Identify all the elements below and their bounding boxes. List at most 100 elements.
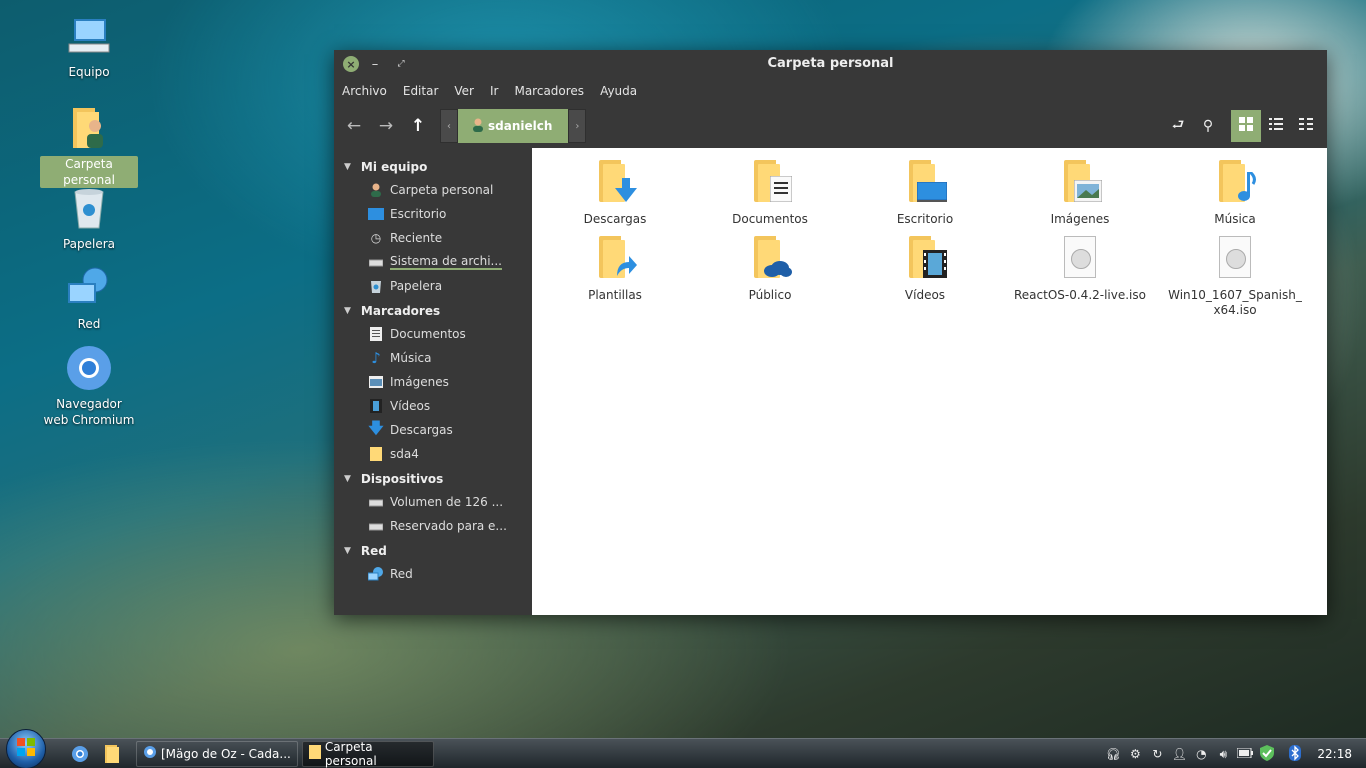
sidebar-item-videos[interactable]: Vídeos xyxy=(334,394,532,418)
gear-icon[interactable]: ⚙ xyxy=(1125,747,1145,761)
file-view[interactable]: Descargas Documentos Escritorio Imágenes… xyxy=(532,148,1327,615)
battery-icon[interactable] xyxy=(1235,747,1255,761)
chromium-icon xyxy=(65,344,113,392)
search-button[interactable]: ⚲ xyxy=(1193,110,1223,142)
close-button[interactable]: × xyxy=(343,56,359,72)
task-carpeta-personal[interactable]: Carpeta personal xyxy=(301,740,434,768)
file-item-musica[interactable]: Música xyxy=(1160,158,1310,227)
desktop-icon-equipo[interactable]: Equipo xyxy=(40,12,138,80)
sidebar-item-imagenes[interactable]: Imágenes xyxy=(334,370,532,394)
sidebar-item-reservado[interactable]: Reservado para e... xyxy=(334,514,532,538)
sidebar-item-red[interactable]: Red xyxy=(334,562,532,586)
forward-button[interactable]: → xyxy=(370,110,402,142)
list-view-button[interactable] xyxy=(1261,110,1291,142)
sidebar-item-escritorio[interactable]: Escritorio xyxy=(334,202,532,226)
path-crumb-label: sdanielch xyxy=(488,119,553,133)
toggle-location-button[interactable]: ⮐ xyxy=(1163,110,1193,142)
up-button[interactable]: ↑ xyxy=(402,110,434,142)
sidebar-item-carpeta-personal[interactable]: Carpeta personal xyxy=(334,178,532,202)
disc-image-icon xyxy=(1211,234,1259,282)
menu-marcadores[interactable]: Marcadores xyxy=(514,84,584,98)
sidebar-item-label: sda4 xyxy=(390,447,419,461)
sidebar-item-reciente[interactable]: ◷ Reciente xyxy=(334,226,532,250)
wifi-icon[interactable]: ◔ xyxy=(1191,747,1211,761)
minimize-button[interactable]: – xyxy=(365,54,385,74)
desktop-icon-papelera[interactable]: Papelera xyxy=(40,184,138,252)
monitor-icon xyxy=(917,182,947,202)
desktop-icon-carpeta-personal[interactable]: Carpeta personal xyxy=(40,104,138,188)
menu-editar[interactable]: Editar xyxy=(403,84,439,98)
file-name: Plantillas xyxy=(588,288,642,302)
sidebar-item-sda4[interactable]: sda4 xyxy=(334,442,532,466)
sidebar-item-label: Música xyxy=(390,351,432,365)
sidebar-item-label: Red xyxy=(390,567,413,581)
user-icon[interactable]: 👤︎ xyxy=(1169,747,1189,761)
back-button[interactable]: ← xyxy=(338,110,370,142)
folder-icon xyxy=(368,446,384,462)
file-item-documentos[interactable]: Documentos xyxy=(695,158,845,227)
sidebar-section-dispositivos[interactable]: ▼ Dispositivos xyxy=(334,468,532,490)
shield-icon[interactable] xyxy=(1257,744,1277,764)
bluetooth-icon[interactable] xyxy=(1285,744,1305,764)
menu-archivo[interactable]: Archivo xyxy=(342,84,387,98)
menu-ir[interactable]: Ir xyxy=(490,84,498,98)
file-item-descargas[interactable]: Descargas xyxy=(540,158,690,227)
music-note-icon xyxy=(1238,172,1256,201)
menu-ver[interactable]: Ver xyxy=(454,84,474,98)
volume-icon[interactable]: 🔊︎ xyxy=(1213,747,1233,762)
drive-icon xyxy=(368,254,384,270)
sidebar: ▼ Mi equipo Carpeta personal Escritorio ◷… xyxy=(334,148,532,615)
menu-ayuda[interactable]: Ayuda xyxy=(600,84,637,98)
sidebar-section-marcadores[interactable]: ▼ Marcadores xyxy=(334,300,532,322)
file-name: Vídeos xyxy=(904,288,946,302)
file-item-escritorio[interactable]: Escritorio xyxy=(850,158,1000,227)
folder-icon xyxy=(1211,158,1259,206)
triangle-down-icon: ▼ xyxy=(344,162,351,172)
file-item-reactos-iso[interactable]: ReactOS-0.4.2-live.iso xyxy=(1005,234,1155,303)
path-scroll-left-button[interactable]: ‹ xyxy=(440,109,458,143)
sidebar-item-label: Volumen de 126 ... xyxy=(390,495,504,509)
task-chromium[interactable]: [Mägo de Oz - Cada... xyxy=(136,740,298,767)
desktop-icon-red[interactable]: Red xyxy=(40,264,138,332)
home-user-icon xyxy=(368,182,384,198)
sidebar-item-label: Papelera xyxy=(390,279,443,293)
user-icon xyxy=(472,118,484,135)
sidebar-section-mi-equipo[interactable]: ▼ Mi equipo xyxy=(334,156,532,178)
launcher-chromium[interactable] xyxy=(68,742,92,766)
sidebar-item-volumen[interactable]: Volumen de 126 ... xyxy=(334,490,532,514)
compact-view-button[interactable] xyxy=(1291,110,1321,142)
file-item-imagenes[interactable]: Imágenes xyxy=(1005,158,1155,227)
trash-icon xyxy=(368,278,384,294)
picture-icon xyxy=(1074,180,1102,202)
path-scroll-right-button[interactable]: › xyxy=(568,109,587,143)
file-name: ReactOS-0.4.2-live.iso xyxy=(1014,288,1146,302)
sidebar-item-documentos[interactable]: Documentos xyxy=(334,322,532,346)
maximize-button[interactable]: ⤢ xyxy=(391,54,411,74)
sidebar-section-red[interactable]: ▼ Red xyxy=(334,540,532,562)
file-item-plantillas[interactable]: Plantillas xyxy=(540,234,690,303)
windows-logo-icon xyxy=(17,737,35,760)
start-button[interactable] xyxy=(6,728,46,768)
sidebar-item-sistema-de-archivos[interactable]: Sistema de archi... xyxy=(334,250,532,274)
folder-icon xyxy=(1056,158,1104,206)
desktop-icon-chromium[interactable]: Navegador web Chromium xyxy=(40,344,138,428)
cloud-icon xyxy=(764,261,792,277)
sidebar-item-papelera[interactable]: Papelera xyxy=(334,274,532,298)
document-icon xyxy=(368,326,384,342)
sidebar-item-label: Descargas xyxy=(390,423,453,437)
file-item-win10-iso[interactable]: Win10_1607_Spanish_x64.iso xyxy=(1160,234,1310,318)
file-item-videos[interactable]: Vídeos xyxy=(850,234,1000,303)
search-icon: ⚲ xyxy=(1202,118,1214,134)
headphones-icon[interactable]: 🎧︎ xyxy=(1103,747,1123,761)
sidebar-item-label: Documentos xyxy=(390,327,466,341)
sidebar-item-musica[interactable]: ♪ Música xyxy=(334,346,532,370)
file-item-publico[interactable]: Público xyxy=(695,234,845,303)
home-folder-icon xyxy=(65,104,113,152)
refresh-icon[interactable]: ↻ xyxy=(1147,747,1167,761)
clock[interactable]: 22:18 xyxy=(1317,747,1352,761)
sidebar-item-descargas[interactable]: 🡇 Descargas xyxy=(334,418,532,442)
path-crumb-home[interactable]: sdanielch xyxy=(458,109,569,143)
folder-icon xyxy=(591,158,639,206)
launcher-files[interactable] xyxy=(100,742,124,766)
icon-view-button[interactable] xyxy=(1231,110,1261,142)
